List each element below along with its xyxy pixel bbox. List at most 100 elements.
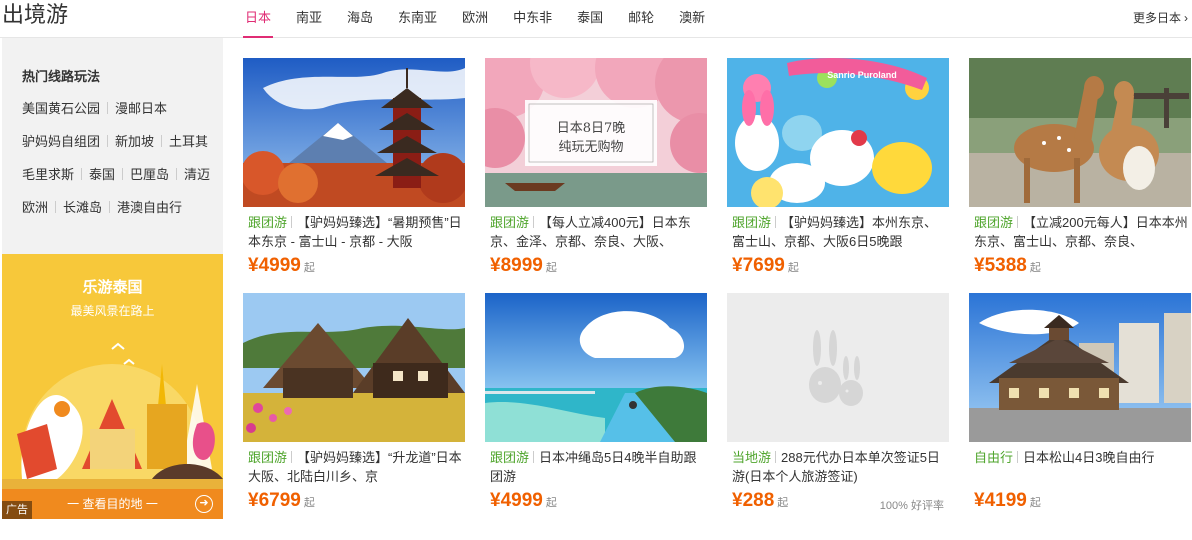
product-price: ¥4999 起	[248, 255, 315, 277]
price-unit: 起	[777, 497, 789, 509]
product-price: ¥8999 起	[490, 255, 557, 277]
divider	[775, 216, 777, 228]
tab-islands[interactable]: 海岛	[345, 0, 375, 38]
product-image[interactable]	[969, 58, 1191, 207]
product-image[interactable]: Sanrio Puroland	[727, 58, 949, 207]
chevron-right-icon: ›	[1184, 11, 1188, 25]
dogo-onsen-photo	[969, 293, 1191, 442]
product-card[interactable]: 日本8日7晚 纯玩无购物 跟团游 【每人立减400元】日本东京、金泽、京都、奈良、…	[485, 58, 707, 293]
popular-routes-panel: 热门线路玩法 美国黄石公园 漫邮日本 驴妈妈自组团 新加坡 土耳其 毛里求斯 泰国 巴厘岛…	[2, 38, 223, 254]
route-row: 驴妈妈自组团 新加坡 土耳其	[22, 131, 208, 150]
price-unit: 起	[303, 497, 315, 509]
tab-southeast-asia[interactable]: 东南亚	[396, 0, 439, 38]
popular-routes-title: 热门线路玩法	[22, 69, 101, 84]
divider	[161, 135, 163, 147]
product-card[interactable]: 当地游 288元代办日本单次签证5日游(日本个人旅游签证) ¥288 起 100% …	[727, 293, 949, 528]
divider	[81, 168, 83, 180]
rating-text: 100% 好评率	[879, 500, 944, 512]
more-japan-link[interactable]: 更多日本 ›	[1133, 0, 1188, 36]
price-value: ¥4999	[248, 255, 301, 276]
route-link[interactable]: 清迈	[184, 167, 210, 182]
product-card[interactable]: 跟团游 【驴妈妈臻选】“升龙道”日本大阪、北陆白川乡、京 ¥6799 起	[243, 293, 465, 528]
nara-deer-photo	[969, 58, 1191, 207]
product-description[interactable]: 跟团游 【驴妈妈臻选】“升龙道”日本大阪、北陆白川乡、京	[248, 448, 462, 488]
route-link[interactable]: 漫邮日本	[115, 101, 167, 116]
tab-europe[interactable]: 欧洲	[460, 0, 490, 38]
price-value: ¥8999	[490, 255, 543, 276]
divider	[775, 451, 777, 463]
ad-title: 乐游泰国	[82, 279, 143, 296]
product-price: ¥5388 起	[974, 255, 1041, 277]
product-description[interactable]: 跟团游 【驴妈妈臻选】“暑期预售”日本东京 - 富士山 - 京都 - 大阪	[248, 213, 462, 253]
divider	[533, 216, 535, 228]
price-value: ¥5388	[974, 255, 1027, 276]
divider	[176, 168, 178, 180]
product-description[interactable]: 自由行 日本松山4日3晚自由行	[974, 448, 1188, 488]
price-unit: 起	[1029, 262, 1041, 274]
page-title: 出境游	[2, 2, 69, 27]
product-image[interactable]	[243, 58, 465, 207]
image-caption: Sanrio Puroland	[827, 70, 897, 80]
product-description[interactable]: 跟团游 【立减200元每人】日本本州东京、富士山、京都、奈良、	[974, 213, 1188, 253]
tab-australia-nz[interactable]: 澳新	[677, 0, 707, 38]
ad-cta-bar: 一 查看目的地 一 ➜	[2, 489, 223, 519]
price-unit: 起	[303, 262, 315, 274]
tab-cruise[interactable]: 邮轮	[626, 0, 656, 38]
shirakawa-go-photo	[243, 293, 465, 442]
more-japan-label: 更多日本	[1132, 11, 1181, 25]
product-card[interactable]: 跟团游 日本冲绳岛5日4晚半自助跟团游 ¥4999 起	[485, 293, 707, 528]
product-type-tag: 跟团游	[490, 215, 530, 230]
route-link[interactable]: 巴厘岛	[130, 167, 169, 182]
price-unit: 起	[545, 262, 557, 274]
price-value: ¥7699	[732, 255, 785, 276]
fuji-pagoda-photo	[243, 58, 465, 207]
route-link[interactable]: 美国黄石公园	[22, 101, 100, 116]
product-image[interactable]	[485, 293, 707, 442]
product-price: ¥6799 起	[248, 490, 315, 512]
product-image[interactable]: 日本8日7晚 纯玩无购物	[485, 58, 707, 207]
product-description[interactable]: 跟团游 日本冲绳岛5日4晚半自助跟团游	[490, 448, 704, 488]
tab-thailand[interactable]: 泰国	[575, 0, 605, 38]
route-link[interactable]: 土耳其	[169, 134, 208, 149]
ad-label: 广告	[2, 501, 32, 519]
route-link[interactable]: 毛里求斯	[22, 167, 74, 182]
route-link[interactable]: 泰国	[89, 167, 115, 182]
route-link[interactable]: 长滩岛	[63, 200, 102, 215]
route-link[interactable]: 港澳自由行	[117, 200, 182, 215]
product-image[interactable]	[969, 293, 1191, 442]
route-link[interactable]: 新加坡	[115, 134, 154, 149]
price-value: ¥4199	[974, 490, 1027, 511]
product-description[interactable]: 当地游 288元代办日本单次签证5日游(日本个人旅游签证)	[732, 448, 946, 488]
product-card[interactable]: 跟团游 【驴妈妈臻选】“暑期预售”日本东京 - 富士山 - 京都 - 大阪 ¥49…	[243, 58, 465, 293]
product-type-tag: 跟团游	[732, 215, 772, 230]
product-card[interactable]: 跟团游 【立减200元每人】日本本州东京、富士山、京都、奈良、 ¥5388 起	[969, 58, 1191, 293]
sanrio-puroland-photo: Sanrio Puroland	[727, 58, 949, 207]
route-link[interactable]: 欧洲	[22, 200, 48, 215]
tab-south-asia[interactable]: 南亚	[294, 0, 324, 38]
product-card[interactable]: 自由行 日本松山4日3晚自由行 ¥4199 起	[969, 293, 1191, 528]
product-type-tag: 跟团游	[974, 215, 1014, 230]
product-description[interactable]: 跟团游 【每人立减400元】日本东京、金泽、京都、奈良、大阪、	[490, 213, 704, 253]
ad-label-text: 广告	[6, 504, 28, 516]
product-price: ¥7699 起	[732, 255, 799, 277]
thailand-ad-banner[interactable]: 乐游泰国 最美风景在路上 一 查看目的地 一 ➜ 广告	[2, 254, 223, 519]
image-caption-line-2: 纯玩无购物	[558, 139, 623, 155]
view-destination-button[interactable]: 一 查看目的地 一	[2, 489, 223, 519]
product-image[interactable]	[243, 293, 465, 442]
divider	[107, 102, 109, 114]
tab-japan[interactable]: 日本	[243, 0, 274, 38]
product-type-tag: 当地游	[732, 450, 772, 465]
route-row: 欧洲 长滩岛 港澳自由行	[22, 197, 182, 216]
product-description[interactable]: 跟团游 【驴妈妈臻选】本州东京、富士山、京都、大阪6日5晚跟	[732, 213, 946, 253]
header: 出境游 日本 南亚 海岛 东南亚 欧洲 中东非 泰国 邮轮 澳新 更多日本 ›	[0, 0, 1192, 38]
image-caption-line-1: 日本8日7晚	[557, 121, 626, 136]
divider	[55, 201, 57, 213]
product-image[interactable]	[727, 293, 949, 442]
cherry-blossom-photo: 日本8日7晚 纯玩无购物	[485, 58, 707, 207]
price-unit: 起	[787, 262, 799, 274]
tab-middle-east-africa[interactable]: 中东非	[511, 0, 554, 38]
route-link[interactable]: 驴妈妈自组团	[22, 134, 100, 149]
placeholder-rabbit-icon	[727, 293, 949, 442]
product-card[interactable]: Sanrio Puroland 跟团游 【驴妈妈臻选】本州东京、富士山、京都、大阪…	[727, 58, 949, 293]
arrow-right-icon[interactable]: ➜	[195, 495, 213, 513]
